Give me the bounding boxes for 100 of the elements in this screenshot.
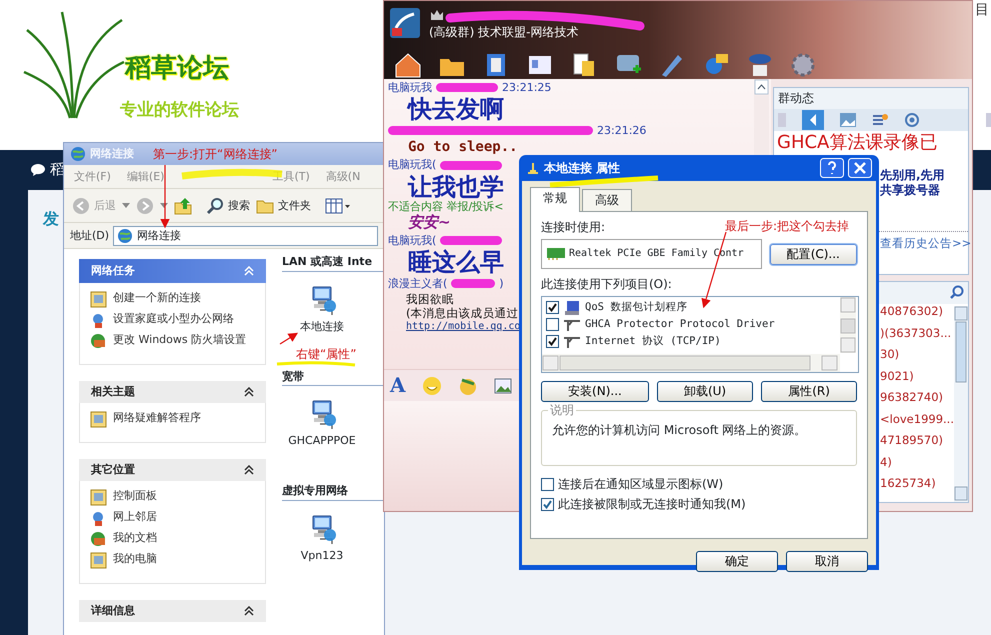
caret-icon[interactable] (122, 202, 130, 208)
picture-icon[interactable] (840, 113, 856, 127)
connection-wizard-icon (90, 489, 107, 506)
address-field[interactable]: 网络连接 (113, 226, 378, 246)
network-card-icon (547, 248, 565, 260)
connection-label[interactable]: GHCAPPPOE (288, 434, 356, 448)
message-text: 让我也学 (406, 174, 504, 200)
checkbox-label[interactable]: 连接后在通知区域显示图标(W) (558, 476, 724, 492)
action-button[interactable]: 属性(R) (761, 381, 857, 402)
panel-title: 相关主题 (91, 385, 135, 399)
connection-label[interactable]: 本地连接 (300, 320, 344, 334)
connection-label[interactable]: Vpn123 (300, 548, 344, 562)
horizontal-scrollbar-drawing[interactable] (542, 354, 840, 372)
folders-button[interactable]: 文件夹 (256, 198, 311, 214)
action-button[interactable]: 卸载(U) (656, 381, 754, 402)
task-link[interactable]: 我的文档 (113, 531, 157, 545)
connection-wizard-icon (90, 552, 107, 569)
sender-name: ) (499, 276, 504, 290)
chat-bubble-icon (30, 163, 46, 177)
panel-title: 群动态 (774, 88, 968, 109)
picture-icon[interactable] (494, 378, 512, 394)
annotation-text: 右键“属性” (296, 347, 356, 362)
panel-header[interactable]: 其它位置 (79, 459, 266, 481)
announcement-tab-icon[interactable] (802, 110, 824, 130)
group-name: (高级群) 技术联盟-网络技术 (429, 25, 579, 40)
message-text: 我困欲眠 (405, 292, 454, 306)
globe-icon (117, 228, 134, 244)
panel-title: 详细信息 (91, 604, 135, 618)
group-label: 说明 (548, 403, 576, 418)
checkbox[interactable] (546, 301, 559, 314)
panel-title: 其它位置 (91, 463, 135, 477)
redaction-scribble (436, 83, 498, 92)
target-icon[interactable] (904, 112, 920, 128)
checkbox-label[interactable]: 此连接被限制或无连接时通知我(M) (558, 496, 746, 512)
field-label: 连接时使用: (541, 220, 606, 235)
folder-up-icon[interactable] (174, 196, 192, 214)
checkbox[interactable] (546, 318, 559, 331)
message-text: 睡这么早 (407, 249, 504, 275)
search-button[interactable]: 搜索 (206, 196, 250, 214)
globe-icon (70, 146, 86, 162)
search-icon (206, 196, 224, 214)
panel-header[interactable]: 网络任务 (79, 259, 266, 283)
task-link[interactable]: 设置家庭或小型办公网络 (113, 312, 234, 326)
configure-button[interactable]: 配置(C)... (770, 244, 857, 264)
message-time: 23:21:25 (502, 80, 552, 94)
logo-subtitle: 专业的软件论坛 (120, 100, 239, 122)
message-link[interactable]: http://mobile.qq.co (388, 320, 520, 334)
list-icon[interactable] (872, 113, 888, 127)
sticker-icon[interactable] (458, 376, 478, 396)
task-link[interactable]: 我的电脑 (113, 552, 157, 566)
list-item[interactable]: Internet 协议 (TCP/IP) (585, 334, 721, 348)
checkbox[interactable] (546, 335, 559, 348)
crown-icon (430, 9, 444, 21)
sender-name: 浪漫主义者( (388, 276, 448, 290)
checkbox[interactable] (541, 478, 554, 490)
action-button[interactable]: 安装(N)... (541, 381, 649, 402)
task-link[interactable]: 更改 Windows 防火墙设置 (113, 333, 246, 347)
task-link[interactable]: 创建一个新的连接 (113, 291, 201, 305)
panel-header[interactable]: 详细信息 (79, 600, 266, 622)
list-item[interactable]: GHCA Protector Protocol Driver (585, 318, 775, 332)
smiley-icon[interactable] (422, 376, 442, 396)
help-button[interactable] (820, 158, 844, 178)
panel-title: 网络任务 (91, 264, 135, 278)
address-label: 地址(D) (70, 228, 110, 242)
task-link[interactable]: 网上邻居 (113, 510, 157, 524)
window-title: 网络连接 (90, 147, 134, 161)
connection-wizard-icon (90, 411, 107, 428)
vertical-scrollbar-drawing[interactable] (840, 297, 856, 353)
checkbox[interactable] (541, 498, 554, 510)
tab[interactable]: 常规 (530, 187, 580, 212)
header-text: 目 (975, 2, 989, 20)
dialog-button[interactable]: 确定 (696, 551, 778, 572)
panel-header[interactable]: 相关主题 (79, 381, 266, 403)
message-text: Go to sleep.. (407, 139, 518, 156)
annotation-text: 最后一步:把这个勾去掉 (725, 219, 850, 234)
announcement-text: 先别用,先用 (880, 168, 946, 182)
announcement-headline: GHCA算法课录像已 (776, 131, 938, 155)
connection-wizard-icon (90, 291, 107, 308)
dialog-button[interactable]: 取消 (786, 551, 868, 572)
collapse-chevron-icon[interactable] (244, 465, 254, 475)
scrollbar-drawing[interactable] (954, 306, 968, 502)
redaction-scribble (440, 160, 502, 170)
caret-icon[interactable] (160, 202, 168, 208)
message-time: 23:21:26 (597, 124, 646, 138)
close-button[interactable] (848, 158, 872, 178)
list-item[interactable]: QoS 数据包计划程序 (585, 300, 688, 314)
task-link[interactable]: 控制面板 (113, 489, 157, 503)
tab[interactable]: 高级 (582, 189, 632, 211)
message-text: 安安~ (407, 213, 451, 232)
task-link[interactable]: 网络疑难解答程序 (113, 411, 201, 425)
announcement-text: 共享拨号器 (880, 182, 941, 198)
view-grid-icon[interactable] (325, 196, 351, 214)
protocol-icon (563, 318, 581, 332)
collapse-chevron-icon[interactable] (244, 387, 254, 397)
report-link[interactable]: 不适合内容 举报/投诉< (388, 200, 504, 214)
collapse-chevron-icon[interactable] (244, 606, 254, 616)
annotation-text: 第一步:打开“网络连接” (153, 147, 278, 162)
logo-title: 稻草论坛 (125, 52, 229, 84)
group-app-icon (390, 8, 420, 38)
search-icon[interactable] (950, 285, 964, 299)
